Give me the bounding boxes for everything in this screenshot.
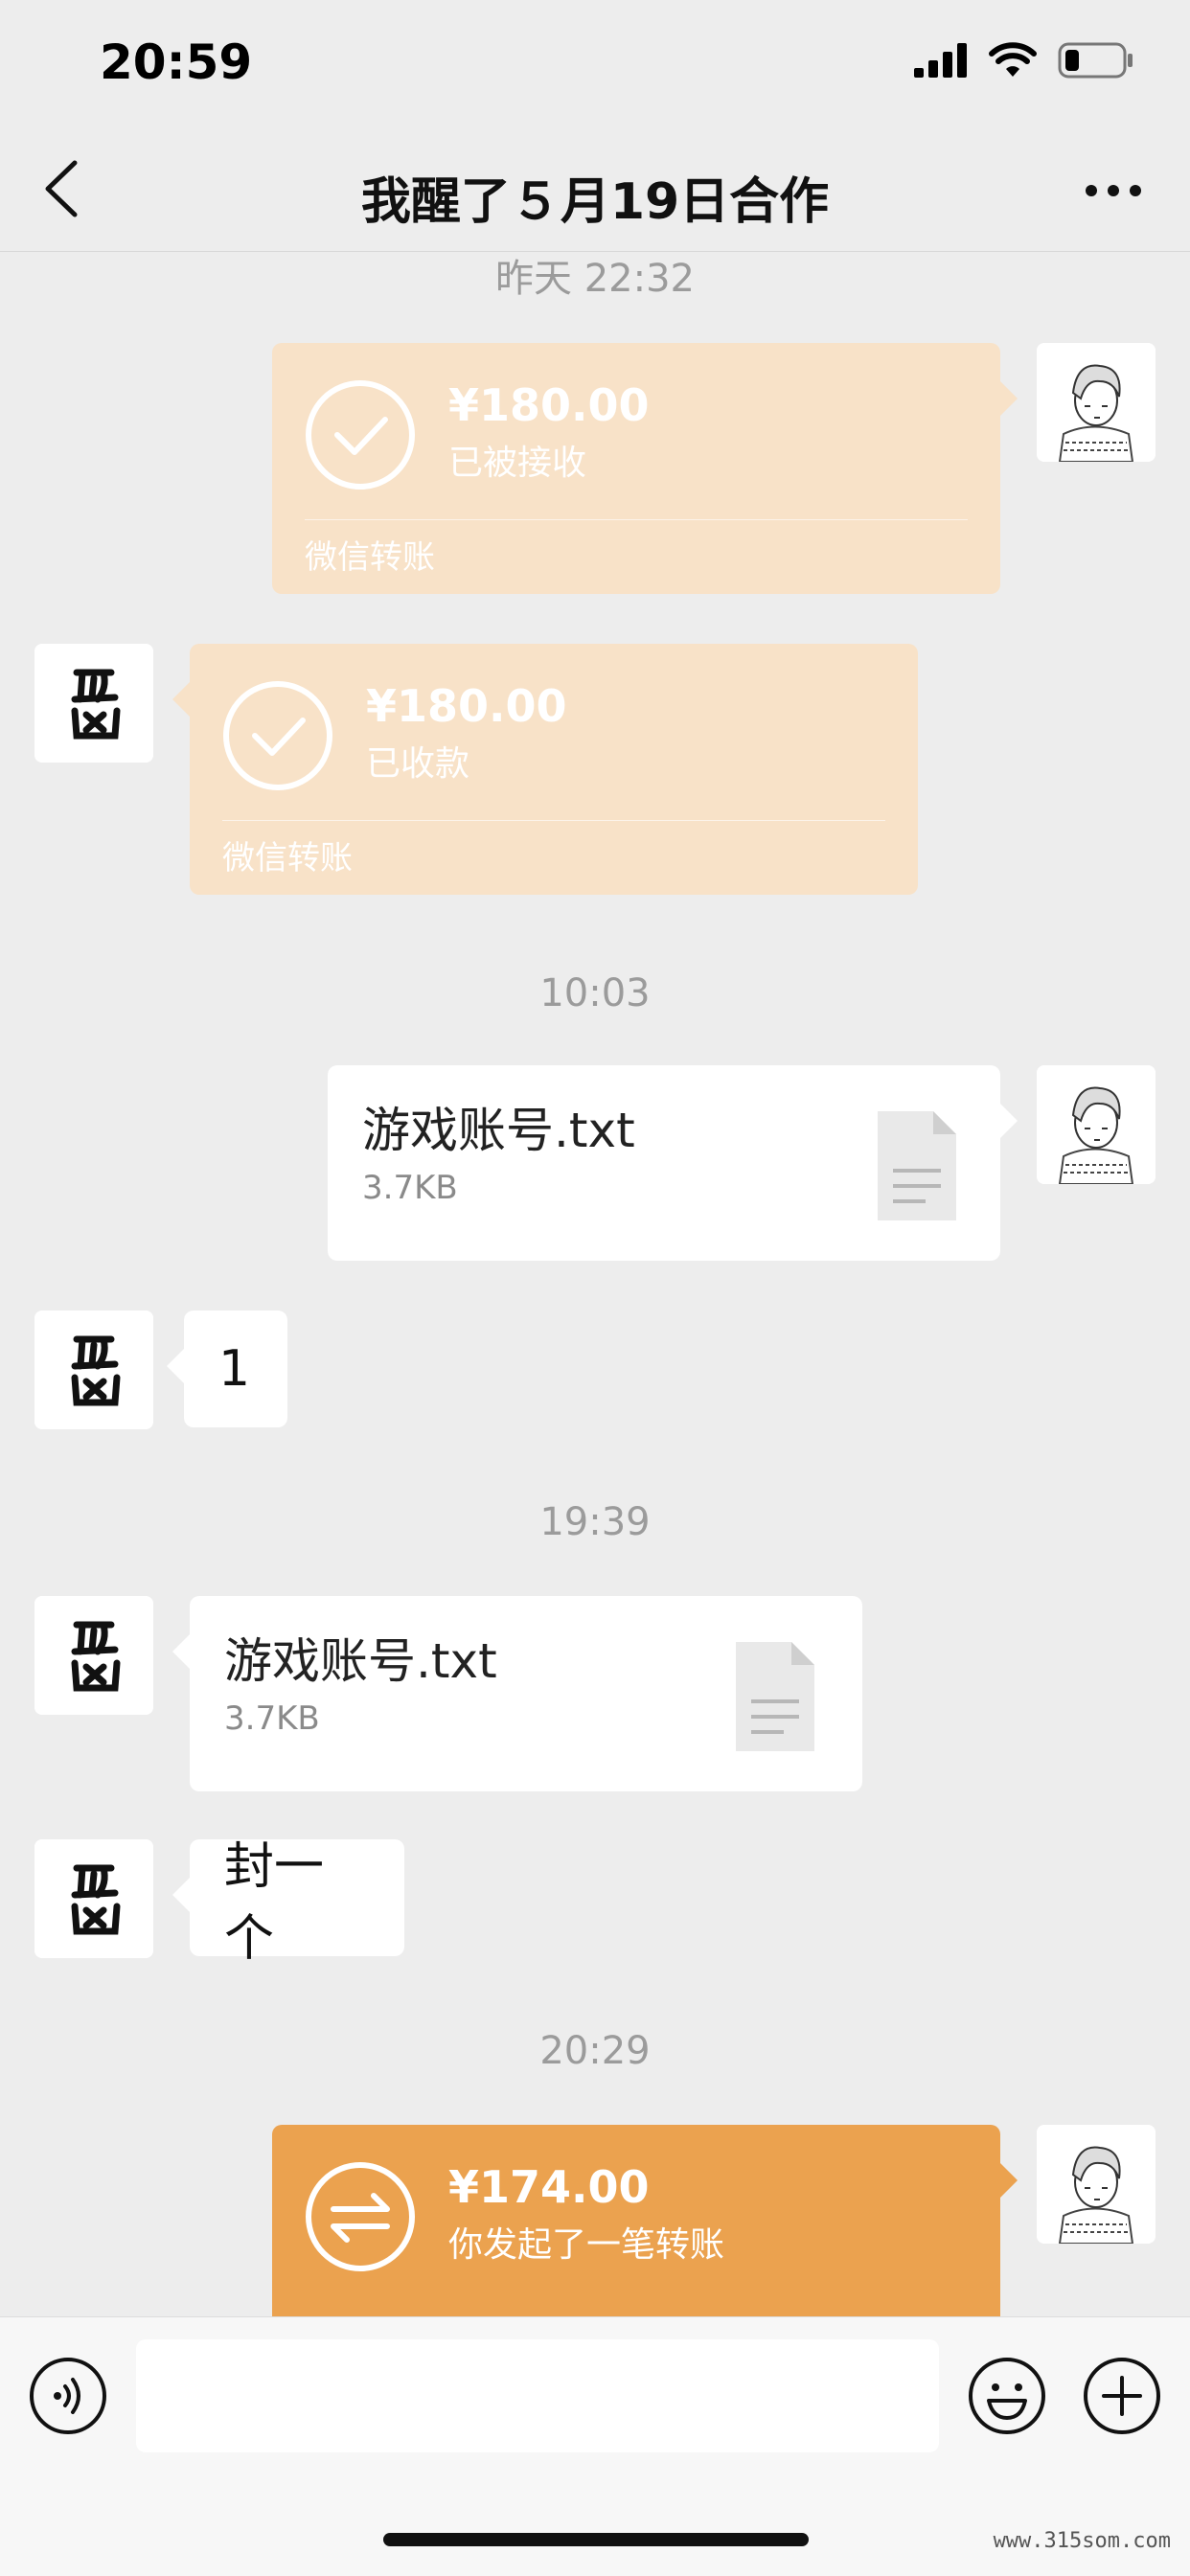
contact-avatar-logo (34, 644, 153, 763)
plus-icon[interactable] (1083, 2357, 1161, 2435)
transfer-label: 微信转账 (305, 538, 435, 577)
home-indicator (383, 2533, 809, 2546)
transfer-status: 已收款 (366, 744, 470, 784)
contact-avatar[interactable] (34, 1839, 153, 1958)
divider (222, 820, 885, 821)
transfer-arrows-icon (306, 2162, 415, 2271)
emoji-icon[interactable] (968, 2357, 1046, 2435)
timestamp: 19:39 (539, 1500, 651, 1544)
contact-avatar[interactable] (34, 1311, 153, 1429)
chat-title: 我醒了５月19日合作 (360, 173, 830, 231)
transfer-message[interactable]: ¥174.00 你发起了一笔转账 (272, 2125, 1018, 2316)
signal-icon (914, 43, 967, 78)
check-icon (305, 379, 416, 490)
document-icon (876, 1109, 958, 1222)
transfer-amount: ¥174.00 (448, 2161, 650, 2213)
contact-avatar-logo (34, 1596, 153, 1715)
user-avatar[interactable] (1037, 343, 1156, 462)
timestamp: 昨天 22:32 (495, 257, 695, 301)
file-message[interactable]: 游戏账号.txt 3.7KB (172, 1596, 862, 1791)
file-message[interactable]: 游戏账号.txt 3.7KB (328, 1065, 1018, 1261)
text-message[interactable]: 封一个 (172, 1838, 404, 1968)
transfer-status: 你发起了一笔转账 (448, 2225, 725, 2265)
timestamp: 20:29 (539, 2029, 651, 2073)
wifi-icon (989, 42, 1037, 77)
status-time: 20:59 (100, 34, 253, 90)
watermark: www.315som.com (993, 2529, 1171, 2553)
file-name: 游戏账号.txt (224, 1633, 497, 1689)
message-input[interactable] (136, 2339, 939, 2452)
battery-icon (1058, 42, 1133, 79)
file-size: 3.7KB (224, 1699, 320, 1738)
text-message[interactable]: 1 (167, 1311, 287, 1427)
more-icon[interactable] (1085, 184, 1142, 197)
contact-avatar[interactable] (34, 644, 153, 763)
transfer-message[interactable]: ¥180.00 已收款 微信转账 (172, 644, 918, 895)
status-icons (914, 42, 1134, 79)
file-name: 游戏账号.txt (362, 1103, 635, 1158)
file-size: 3.7KB (362, 1169, 458, 1207)
timestamp: 10:03 (539, 971, 651, 1015)
transfer-amount: ¥180.00 (366, 680, 567, 732)
contact-avatar-logo (34, 1839, 153, 1958)
contact-avatar[interactable] (34, 1596, 153, 1715)
user-avatar[interactable] (1037, 1065, 1156, 1184)
transfer-status: 已被接收 (448, 444, 587, 483)
transfer-amount: ¥180.00 (448, 379, 650, 431)
transfer-message[interactable]: ¥180.00 已被接收 微信转账 (272, 343, 1018, 594)
divider (305, 519, 968, 520)
contact-avatar-logo (34, 1311, 153, 1429)
check-icon (222, 680, 333, 791)
voice-icon[interactable] (29, 2357, 107, 2435)
document-icon (734, 1640, 816, 1753)
user-avatar[interactable] (1037, 2125, 1156, 2244)
transfer-label: 微信转账 (222, 839, 353, 878)
